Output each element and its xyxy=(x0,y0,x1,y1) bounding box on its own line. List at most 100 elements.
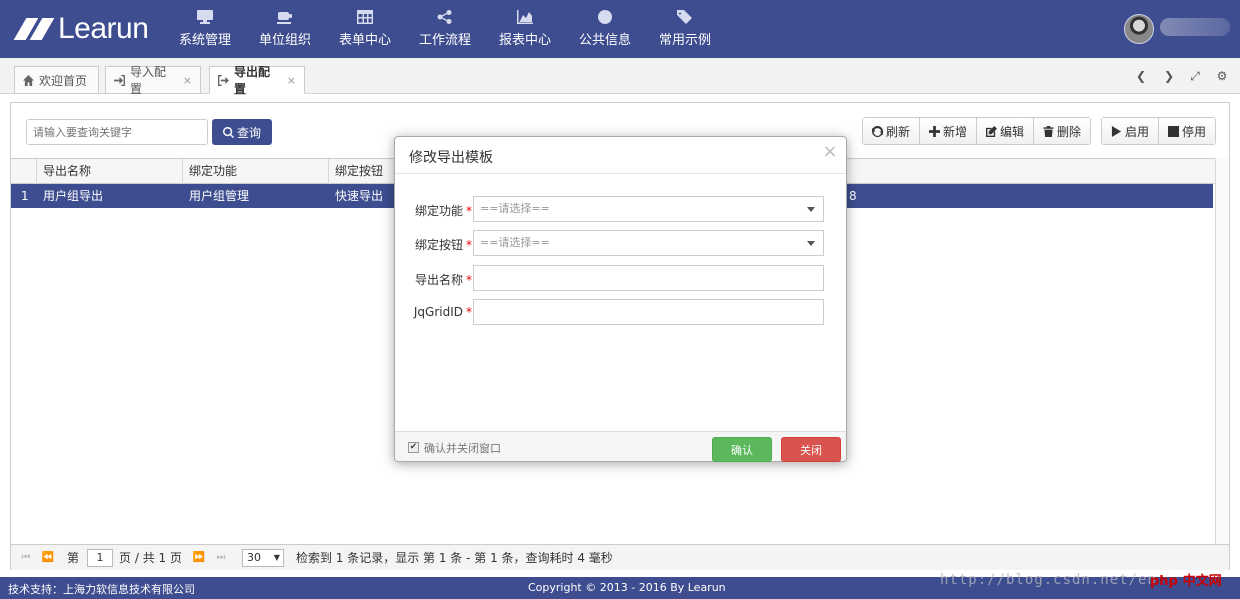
footer-copyright: Copyright © 2013 - 2016 By Learun xyxy=(528,581,726,594)
grid-header-index xyxy=(11,159,37,184)
table-icon xyxy=(357,10,373,24)
nav-item-public-info[interactable]: 公共信息 xyxy=(565,0,645,58)
chevron-right-icon[interactable]: ❯ xyxy=(1161,68,1177,84)
tab-label: 导入配置 xyxy=(129,65,166,96)
nav-item-system[interactable]: 系统管理 xyxy=(165,0,245,58)
dialog-divider xyxy=(395,173,846,174)
fullscreen-icon[interactable]: ⤢ xyxy=(1187,68,1203,84)
search-input[interactable] xyxy=(26,119,208,145)
grid-header-cell[interactable]: 导出名称 xyxy=(37,159,183,184)
bind-button-select[interactable]: ==请选择== xyxy=(473,230,824,256)
checkbox-label[interactable]: 确认并关闭窗口 xyxy=(424,440,501,456)
chevron-left-icon[interactable]: ❮ xyxy=(1133,68,1149,84)
cell-name: 用户组导出 xyxy=(43,189,104,203)
search-button[interactable]: 查询 xyxy=(212,119,272,145)
nav-label: 工作流程 xyxy=(418,33,471,48)
confirm-button[interactable]: 确认 xyxy=(712,437,772,462)
user-name-blurred[interactable] xyxy=(1160,18,1230,36)
monitor-icon xyxy=(197,10,213,24)
sign-in-icon xyxy=(114,74,125,86)
field-label: 导出名称 * xyxy=(414,273,472,287)
field-label: JqGridID * xyxy=(413,305,472,319)
nav-item-reports[interactable]: 报表中心 xyxy=(485,0,565,58)
watermark-logo: php 中文网 xyxy=(1150,570,1222,589)
nav-label: 常用示例 xyxy=(658,33,711,48)
search-icon xyxy=(223,126,234,138)
toolbar-crud: 刷新 新增 编辑 删除 xyxy=(862,117,1092,145)
gear-icon[interactable]: ⚙ xyxy=(1214,68,1230,84)
field-row-button: 绑定按钮 * ==请选择== xyxy=(395,230,846,256)
jqgrid-id-input[interactable] xyxy=(473,299,824,325)
next-page-icon[interactable]: ⏩ xyxy=(188,549,210,567)
disable-label: 停用 xyxy=(1182,124,1207,139)
close-icon[interactable]: × xyxy=(822,143,838,161)
refresh-button[interactable]: 刷新 xyxy=(863,118,921,144)
tab-export-config[interactable]: 导出配置 × xyxy=(209,65,305,96)
tab-import-config[interactable]: 导入配置 × xyxy=(105,65,201,96)
enable-button[interactable]: 启用 xyxy=(1102,118,1160,144)
export-name-input[interactable] xyxy=(473,265,824,291)
field-row-export-name: 导出名称 * xyxy=(395,265,846,291)
required-mark: * xyxy=(466,273,472,287)
dialog-title: 修改导出模板 xyxy=(409,150,493,166)
required-mark: * xyxy=(466,238,472,252)
page-input[interactable]: 1 xyxy=(87,548,114,567)
nav-item-workflow[interactable]: 工作流程 xyxy=(405,0,485,58)
play-icon xyxy=(1111,125,1122,137)
nav-item-examples[interactable]: 常用示例 xyxy=(645,0,725,58)
row-index: 1 xyxy=(21,189,29,203)
watermark-url: http://blog.csdn.net/en xyxy=(940,572,1157,588)
nav-item-forms[interactable]: 表单中心 xyxy=(325,0,405,58)
field-label: 绑定功能 * xyxy=(414,204,472,218)
delete-label: 删除 xyxy=(1057,124,1082,139)
edit-export-template-dialog: 修改导出模板 × 绑定功能 * ==请选择== 绑定按钮 * ==请选择== 导出名… xyxy=(394,136,847,462)
grid-scrollbar[interactable] xyxy=(1215,158,1229,544)
tags-icon xyxy=(677,10,692,24)
required-mark: * xyxy=(466,204,472,218)
trash-icon xyxy=(1043,125,1054,137)
confirm-close-checkbox[interactable]: ✔ xyxy=(408,442,419,453)
coffee-icon xyxy=(277,12,292,24)
watermark-cn: 中文网 xyxy=(1182,574,1222,589)
nav-label: 单位组织 xyxy=(258,33,311,48)
disable-button[interactable]: 停用 xyxy=(1159,118,1216,144)
watermark-php: php xyxy=(1150,574,1178,589)
field-row-function: 绑定功能 * ==请选择== xyxy=(395,196,846,222)
area-chart-icon xyxy=(517,10,533,24)
globe-icon xyxy=(598,10,612,24)
first-page-icon[interactable]: ⏮ xyxy=(15,549,37,567)
tab-label: 欢迎首页 xyxy=(39,73,88,88)
avatar[interactable] xyxy=(1124,14,1154,44)
last-page-icon[interactable]: ⏭ xyxy=(210,549,232,567)
share-icon xyxy=(437,10,452,24)
add-button[interactable]: 新增 xyxy=(920,118,978,144)
grid-header-cell[interactable]: 绑定功能 xyxy=(183,159,329,184)
cell-button: 快速导出 xyxy=(335,189,384,203)
tab-welcome[interactable]: 欢迎首页 xyxy=(14,66,99,94)
delete-button[interactable]: 删除 xyxy=(1034,118,1091,144)
nav-label: 报表中心 xyxy=(498,33,551,48)
tab-close-icon[interactable]: × xyxy=(287,74,296,87)
close-button[interactable]: 关闭 xyxy=(781,437,841,462)
toolbar-state: 启用 停用 xyxy=(1101,117,1217,145)
refresh-label: 刷新 xyxy=(886,124,911,139)
edit-button[interactable]: 编辑 xyxy=(977,118,1035,144)
enable-label: 启用 xyxy=(1125,124,1150,139)
page-size-select[interactable]: 30 xyxy=(241,548,284,567)
prev-page-icon[interactable]: ⏪ xyxy=(37,549,59,567)
add-label: 新增 xyxy=(943,124,968,139)
pager: ⏮ ⏪ 第 1 页 / 共 1 页 ⏩ ⏭ 30 检索到 1 条记录，显示 第 … xyxy=(11,544,1229,570)
nav-label: 表单中心 xyxy=(338,33,391,48)
tab-close-icon[interactable]: × xyxy=(183,74,192,87)
bind-function-select[interactable]: ==请选择== xyxy=(473,196,824,222)
edit-label: 编辑 xyxy=(1000,124,1025,139)
logo-text: Learun xyxy=(58,12,149,45)
field-label: 绑定按钮 * xyxy=(414,238,472,252)
nav-item-organization[interactable]: 单位组织 xyxy=(245,0,325,58)
refresh-icon xyxy=(872,125,883,137)
logo-mark-icon xyxy=(13,18,55,40)
main-nav: 系统管理 单位组织 表单中心 工作流程 报表中心 公共信息 常用示例 xyxy=(165,0,725,58)
sign-out-icon xyxy=(218,74,229,86)
top-header: Learun 系统管理 单位组织 表单中心 工作流程 报表中心 公共信息 常用示… xyxy=(0,0,1240,58)
logo[interactable]: Learun xyxy=(13,12,149,46)
